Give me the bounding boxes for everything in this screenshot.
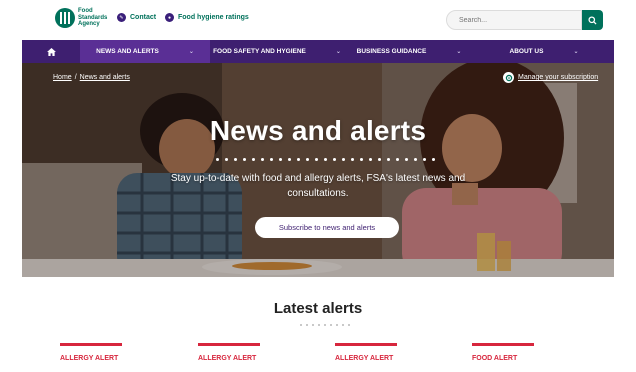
logo-wordmark: Food Standards Agency	[78, 8, 107, 28]
alert-type-label: ALLERGY ALERT	[335, 355, 394, 362]
breadcrumb-current[interactable]: News and alerts	[80, 74, 130, 81]
nav-label: NEWS AND ALERTS	[96, 48, 159, 55]
nav-label: BUSINESS GUIDANCE	[356, 48, 427, 55]
search-button[interactable]	[582, 10, 603, 30]
alert-card[interactable]: FOOD ALERT	[472, 343, 572, 362]
search-input[interactable]	[446, 10, 582, 30]
hygiene-label: Food hygiene ratings	[178, 14, 249, 21]
alert-card[interactable]: ALLERGY ALERT	[198, 343, 298, 362]
chevron-down-icon: ⌄	[335, 49, 341, 55]
nav-label: FOOD SAFETY AND HYGIENE	[213, 48, 306, 55]
manage-subscription-label: Manage your subscription	[518, 74, 599, 81]
page-title: News and alerts	[209, 115, 427, 146]
search-form	[446, 10, 603, 30]
search-icon	[588, 15, 597, 25]
contact-link[interactable]: ✎ Contact	[117, 13, 156, 22]
alert-rule	[198, 343, 260, 346]
hero-subtitle: Stay up-to-date with food and allergy al…	[170, 173, 466, 199]
alert-rule	[335, 343, 397, 346]
fsa-logo[interactable]: Food Standards Agency	[55, 8, 107, 28]
alert-rule	[472, 343, 534, 346]
hygiene-ratings-link[interactable]: ● Food hygiene ratings	[165, 13, 249, 22]
home-icon	[46, 47, 56, 56]
alert-type-label: ALLERGY ALERT	[198, 355, 257, 362]
fsa-logo-icon	[55, 8, 75, 28]
alert-card[interactable]: ALLERGY ALERT	[335, 343, 435, 362]
manage-subscription-link[interactable]: Manage your subscription	[503, 72, 598, 83]
alert-rule	[60, 343, 122, 346]
subscribe-button[interactable]: Subscribe to news and alerts	[255, 217, 399, 238]
chevron-down-icon: ⌄	[456, 49, 462, 55]
alert-type-label: ALLERGY ALERT	[60, 355, 119, 362]
site-header: Food Standards Agency ✎ Contact ● Food h…	[22, 0, 614, 40]
logo-line: Agency	[78, 21, 100, 28]
nav-about-us[interactable]: ABOUT US ⌄	[474, 40, 614, 63]
title-underline-dots	[216, 158, 435, 161]
latest-alerts-heading: Latest alerts	[273, 300, 363, 317]
page: Food Standards Agency ✎ Contact ● Food h…	[22, 0, 614, 372]
contact-label: Contact	[130, 14, 157, 21]
chevron-down-icon: ⌄	[573, 49, 579, 55]
pencil-icon: ✎	[117, 13, 126, 22]
nav-food-safety[interactable]: FOOD SAFETY AND HYGIENE ⌄	[210, 40, 344, 63]
main-nav: NEWS AND ALERTS ⌄ FOOD SAFETY AND HYGIEN…	[22, 40, 614, 63]
alert-card[interactable]: ALLERGY ALERT	[60, 343, 160, 362]
breadcrumb-home[interactable]: Home	[53, 74, 72, 81]
gear-icon	[503, 72, 514, 83]
alert-type-label: FOOD ALERT	[472, 355, 518, 362]
hero-banner: Home / News and alerts Manage your subsc…	[22, 63, 614, 277]
nav-label: ABOUT US	[509, 48, 544, 55]
nav-news-and-alerts[interactable]: NEWS AND ALERTS ⌄	[80, 40, 210, 63]
heading-underline-dots	[300, 324, 350, 326]
breadcrumb: Home / News and alerts	[53, 74, 130, 81]
nav-business-guidance[interactable]: BUSINESS GUIDANCE ⌄	[344, 40, 474, 63]
chevron-down-icon: ⌄	[188, 49, 194, 55]
nav-home[interactable]	[22, 40, 80, 63]
breadcrumb-separator: /	[74, 74, 77, 81]
search-circle-icon: ●	[165, 13, 174, 22]
hero-overlay	[22, 63, 614, 277]
